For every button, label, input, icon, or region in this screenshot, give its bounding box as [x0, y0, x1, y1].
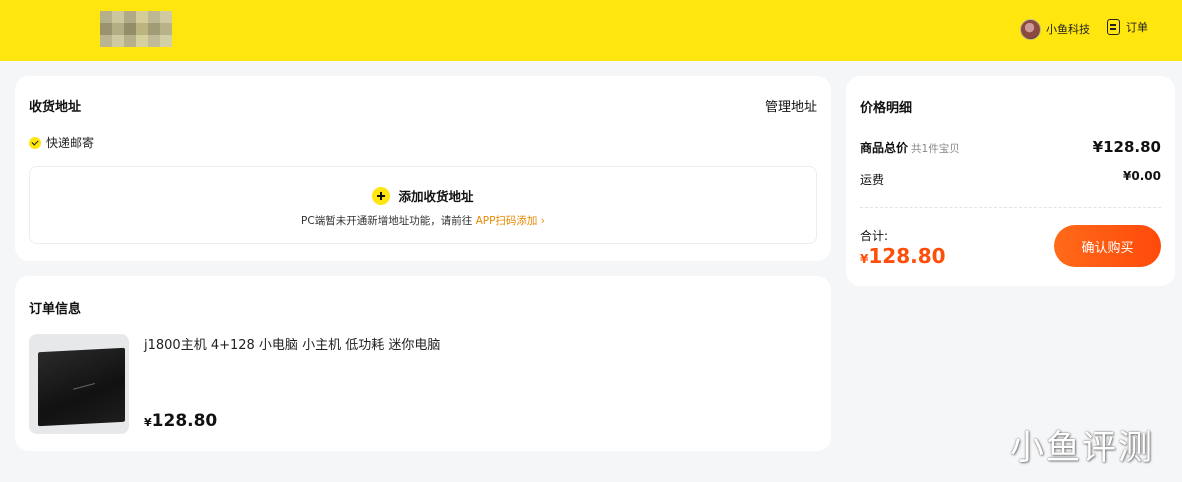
order-info-title: 订单信息: [29, 302, 82, 317]
manage-address-link[interactable]: 管理地址: [765, 96, 817, 115]
product-price: ¥128.80: [144, 411, 217, 431]
price-detail-title: 价格明细: [860, 101, 913, 116]
user-menu[interactable]: 小鱼科技: [1020, 18, 1090, 40]
app-scan-link[interactable]: APP扫码添加 ›: [476, 215, 545, 227]
add-address-button[interactable]: 添加收货地址: [30, 186, 816, 205]
order-info-card: 订单信息 j1800主机 4+128 小电脑 小主机 低功耗 迷你电脑 ¥128…: [15, 276, 831, 451]
shipping-method-label: 快递邮寄: [46, 136, 95, 150]
product-price-value: 128.80: [151, 411, 218, 431]
logo[interactable]: [100, 11, 172, 47]
shipping-method-option[interactable]: 快递邮寄: [29, 134, 94, 151]
divider: [860, 207, 1161, 208]
add-address-label: 添加收货地址: [398, 189, 474, 204]
total-value-number: 128.80: [868, 244, 946, 268]
goods-total-value: ¥128.80: [1092, 138, 1161, 156]
orders-icon: [1107, 19, 1120, 35]
add-address-note: PC端暂未开通新增地址功能，请前往 APP扫码添加 ›: [30, 213, 816, 228]
total-value: ¥128.80: [860, 244, 946, 268]
confirm-purchase-button[interactable]: 确认购买: [1054, 225, 1161, 267]
avatar: [1020, 18, 1041, 40]
shipping-fee-value: ¥0.00: [1123, 169, 1161, 183]
check-icon: [29, 136, 41, 149]
top-bar: 小鱼科技 订单: [0, 0, 1182, 61]
product-image[interactable]: [29, 334, 129, 434]
address-card: 收货地址 管理地址 快递邮寄 添加收货地址 PC端暂未开通新增地址功能，请前往 …: [15, 76, 831, 261]
user-name: 小鱼科技: [1046, 23, 1090, 36]
add-address-note-text: PC端暂未开通新增地址功能，请前往: [301, 215, 476, 227]
orders-label: 订单: [1126, 21, 1148, 34]
total-label: 合计:: [860, 229, 889, 243]
price-detail-card: 价格明细 商品总价 共1件宝贝 ¥128.80 运费 ¥0.00 合计: ¥128…: [846, 76, 1175, 286]
goods-total-label-text: 商品总价: [860, 141, 909, 155]
product-title[interactable]: j1800主机 4+128 小电脑 小主机 低功耗 迷你电脑: [144, 334, 440, 353]
plus-icon: [372, 186, 391, 205]
goods-count: 共1件宝贝: [911, 143, 960, 155]
goods-total-label: 商品总价 共1件宝贝: [860, 139, 960, 156]
address-title: 收货地址: [29, 100, 82, 115]
add-address-box: 添加收货地址 PC端暂未开通新增地址功能，请前往 APP扫码添加 ›: [29, 166, 817, 244]
currency-symbol: ¥: [144, 416, 152, 429]
product-device-shape: [38, 347, 125, 427]
shipping-fee-label: 运费: [860, 173, 885, 187]
watermark-text: 小鱼评测: [1010, 428, 1154, 468]
orders-link[interactable]: 订单: [1107, 19, 1148, 35]
